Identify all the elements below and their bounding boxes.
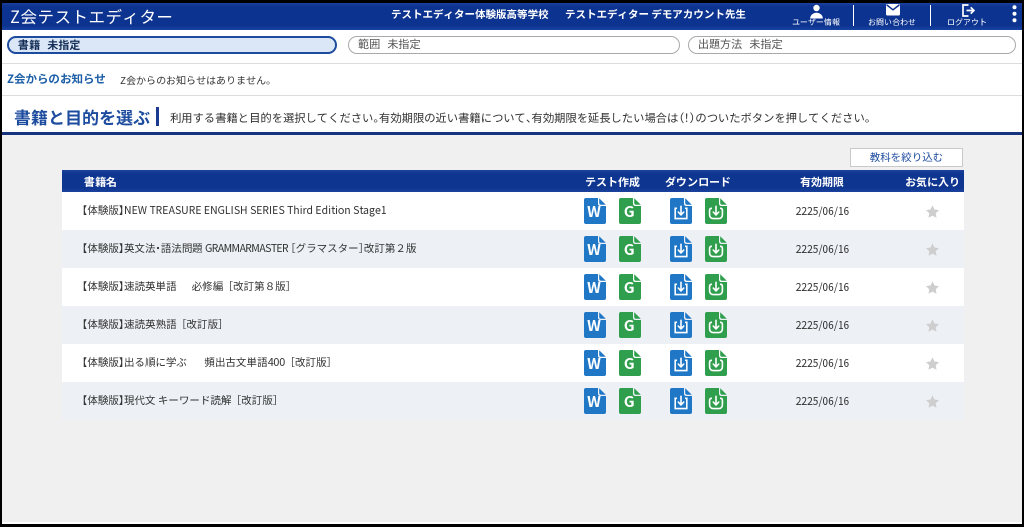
- svg-text:W: W: [587, 391, 601, 412]
- svg-text:G: G: [624, 353, 635, 374]
- svg-text:W: W: [587, 201, 601, 222]
- svg-text:G: G: [624, 201, 635, 222]
- svg-text:G: G: [624, 239, 635, 260]
- svg-text:W: W: [587, 353, 601, 374]
- svg-text:G: G: [624, 391, 635, 412]
- svg-text:G: G: [624, 315, 635, 336]
- svg-text:G: G: [624, 277, 635, 298]
- svg-text:W: W: [587, 239, 601, 260]
- svg-text:W: W: [587, 277, 601, 298]
- svg-text:W: W: [587, 315, 601, 336]
